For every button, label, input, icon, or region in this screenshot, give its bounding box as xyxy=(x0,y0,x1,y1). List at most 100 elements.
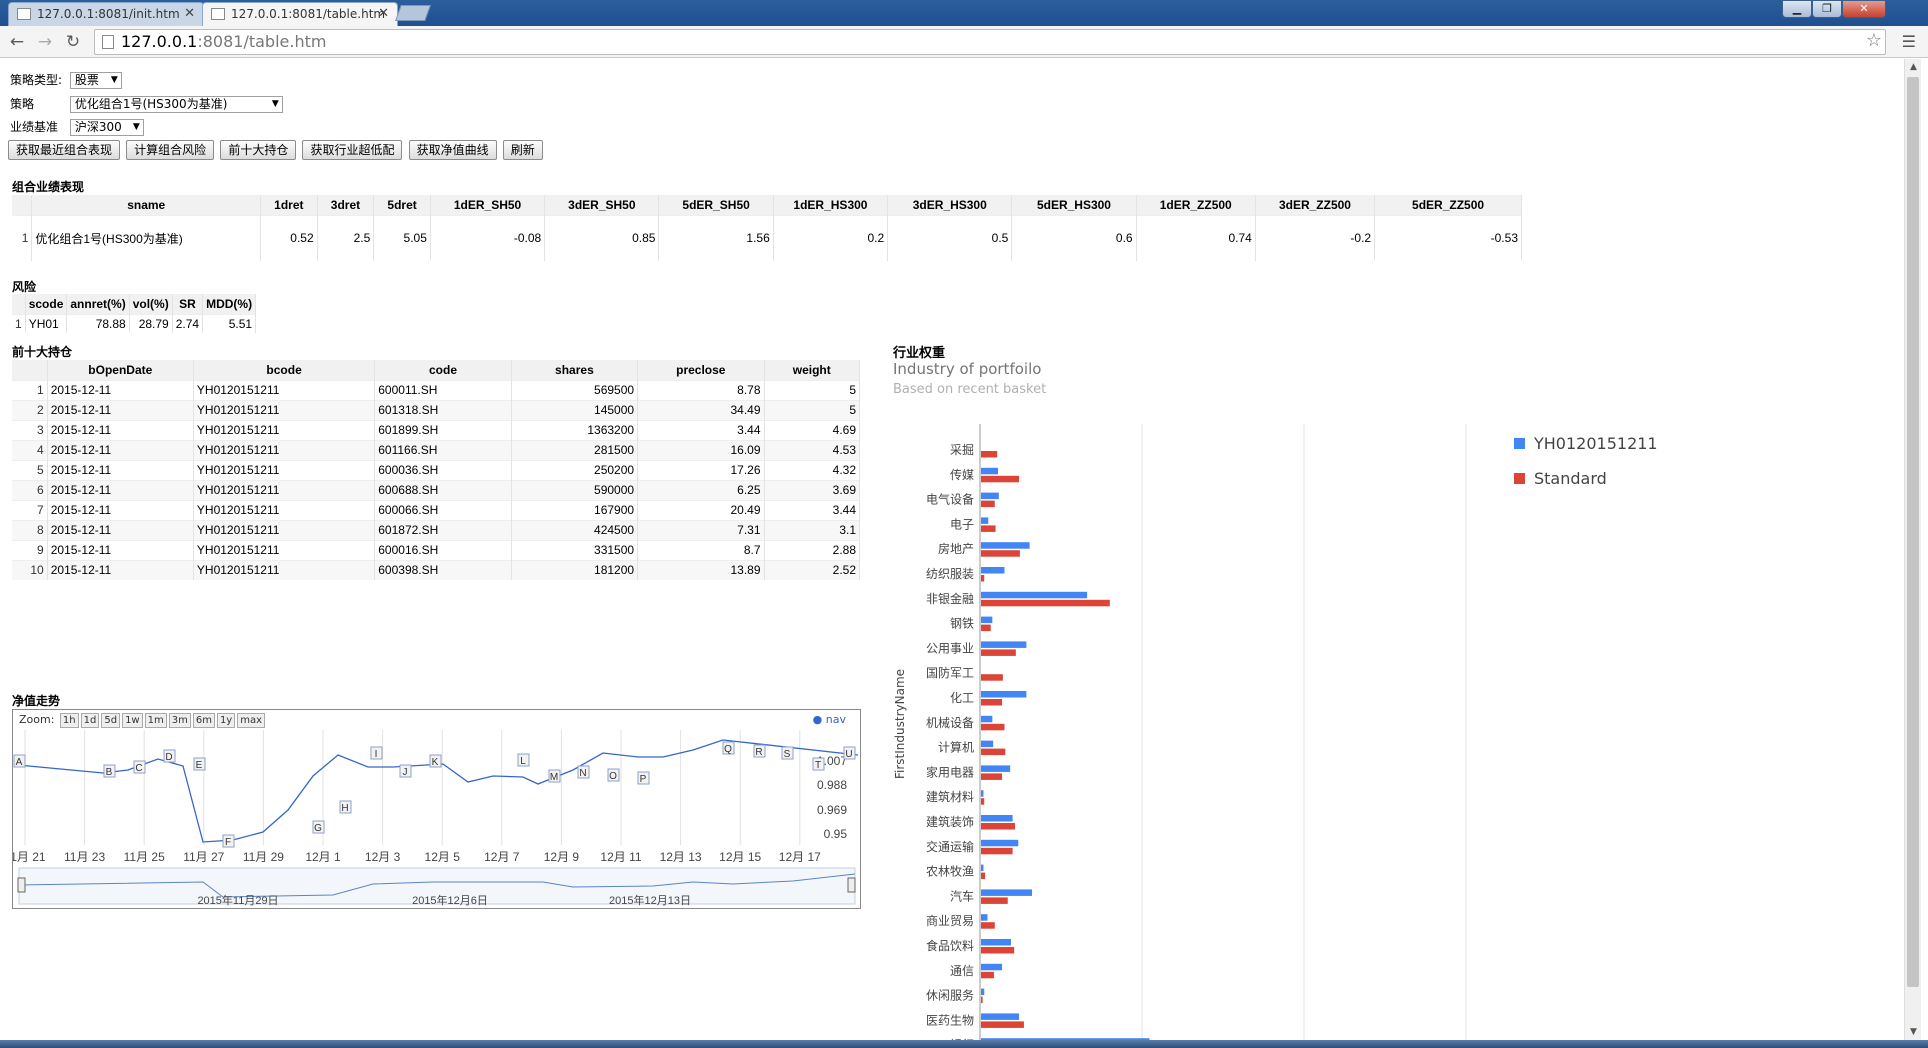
tab-table[interactable]: 127.0.0.1:8081/table.htm ✕ xyxy=(202,2,398,26)
menu-icon[interactable]: ☰ xyxy=(1902,32,1916,51)
bar-portfolio[interactable] xyxy=(981,864,984,872)
column-header[interactable]: SR xyxy=(172,294,204,314)
bar-portfolio[interactable] xyxy=(981,790,984,797)
scroll-thumb[interactable] xyxy=(1907,77,1919,987)
column-header[interactable]: annret(%) xyxy=(66,294,130,314)
forward-arrow-icon[interactable]: → xyxy=(34,31,56,53)
bar-standard[interactable] xyxy=(981,996,983,1004)
bar-standard[interactable] xyxy=(981,847,1013,855)
column-header[interactable]: 3dret xyxy=(317,195,375,215)
industry-weight-button[interactable]: 获取行业超低配 xyxy=(302,140,403,160)
column-header[interactable]: 5dret xyxy=(373,195,431,215)
column-header[interactable] xyxy=(12,195,33,215)
window-close-button[interactable]: ✕ xyxy=(1842,0,1886,18)
column-header[interactable]: bcode xyxy=(193,360,376,380)
bar-portfolio[interactable] xyxy=(981,715,993,723)
column-header[interactable]: MDD(%) xyxy=(202,294,257,314)
column-header[interactable]: 5dER_ZZ500 xyxy=(1374,195,1522,215)
bar-standard[interactable] xyxy=(981,475,1020,483)
bar-portfolio[interactable] xyxy=(981,591,1088,599)
bar-portfolio[interactable] xyxy=(981,492,999,500)
table-row[interactable]: 4 2015-12-11 YH0120151211 601166.SH 281500 16… xyxy=(12,439,861,460)
table-row[interactable]: 8 2015-12-11 YH0120151211 601872.SH 424500 7.… xyxy=(12,519,861,540)
bar-standard[interactable] xyxy=(981,971,994,979)
tab-init[interactable]: 127.0.0.1:8081/init.htm ✕ xyxy=(8,2,204,26)
table-row[interactable]: 7 2015-12-11 YH0120151211 600066.SH 167900 20… xyxy=(12,499,861,520)
table-row[interactable]: 1 YH01 78.88 28.79 2.74 5.51 xyxy=(12,313,257,333)
bar-standard[interactable] xyxy=(981,1021,1024,1028)
column-header[interactable]: scode xyxy=(25,294,68,314)
bar-portfolio[interactable] xyxy=(981,988,985,996)
minimize-button[interactable]: ▁ xyxy=(1782,0,1812,18)
bar-portfolio[interactable] xyxy=(981,641,1027,648)
back-arrow-icon[interactable]: ← xyxy=(6,31,28,53)
column-header[interactable]: 1dER_ZZ500 xyxy=(1136,195,1256,215)
bar-portfolio[interactable] xyxy=(981,542,1030,549)
navigator-handle[interactable] xyxy=(847,877,856,893)
benchmark-select[interactable]: 沪深300 ▼ xyxy=(69,119,144,136)
close-icon[interactable]: ✕ xyxy=(378,3,389,25)
column-header[interactable]: 5dER_HS300 xyxy=(1011,195,1137,215)
column-header[interactable]: 3dER_ZZ500 xyxy=(1255,195,1376,215)
column-header[interactable]: 5dER_SH50 xyxy=(658,195,774,215)
column-header[interactable]: 3dER_HS300 xyxy=(887,195,1013,215)
column-header[interactable]: 1dret xyxy=(260,195,318,215)
close-icon[interactable]: ✕ xyxy=(184,3,195,25)
bar-portfolio[interactable] xyxy=(981,691,1027,698)
bar-standard[interactable] xyxy=(981,798,985,805)
table-row[interactable]: 9 2015-12-11 YH0120151211 600016.SH 331500 8.… xyxy=(12,539,861,560)
bar-standard[interactable] xyxy=(981,748,1006,756)
restore-button[interactable]: ❐ xyxy=(1812,0,1842,18)
bar-standard[interactable] xyxy=(981,575,985,582)
column-header[interactable]: preclose xyxy=(637,360,765,380)
bar-portfolio[interactable] xyxy=(981,914,988,921)
table-row[interactable]: 1 2015-12-11 YH0120151211 600011.SH 569500 8.… xyxy=(12,379,861,400)
reload-icon[interactable]: ↻ xyxy=(62,31,84,53)
column-header[interactable]: 1dER_SH50 xyxy=(430,195,546,215)
table-row[interactable]: 1 优化组合1号(HS300为基准) 0.52 2.5 5.05 -0.08 0.85 1.5… xyxy=(12,214,1522,261)
bar-portfolio[interactable] xyxy=(981,839,1019,847)
table-row[interactable]: 5 2015-12-11 YH0120151211 600036.SH 250200 17… xyxy=(12,459,861,480)
column-header[interactable]: code xyxy=(374,360,512,380)
bar-standard[interactable] xyxy=(981,649,1016,656)
column-header[interactable]: 3dER_SH50 xyxy=(544,195,660,215)
bar-standard[interactable] xyxy=(981,823,1016,830)
bar-portfolio[interactable] xyxy=(981,815,1013,822)
table-row[interactable]: 3 2015-12-11 YH0120151211 601899.SH 1363200 3… xyxy=(12,419,861,440)
bar-standard[interactable] xyxy=(981,872,986,880)
bar-standard[interactable] xyxy=(981,525,996,532)
column-header[interactable]: bOpenDate xyxy=(47,360,194,380)
bar-portfolio[interactable] xyxy=(981,517,989,524)
bar-standard[interactable] xyxy=(981,599,1110,607)
bar-portfolio[interactable] xyxy=(981,1013,1020,1020)
bar-standard[interactable] xyxy=(981,451,998,458)
bar-standard[interactable] xyxy=(981,674,1003,681)
bar-portfolio[interactable] xyxy=(981,467,999,475)
strategy-type-select[interactable]: 股票 ▼ xyxy=(69,72,122,89)
bar-standard[interactable] xyxy=(981,550,1020,557)
nav-curve-button[interactable]: 获取净值曲线 xyxy=(408,140,497,160)
column-header[interactable]: 1dER_HS300 xyxy=(773,195,889,215)
legend-item-portfolio[interactable]: YH0120151211 xyxy=(1514,434,1658,453)
bookmark-star-icon[interactable]: ☆ xyxy=(1866,30,1882,51)
bar-portfolio[interactable] xyxy=(981,765,1011,772)
bar-portfolio[interactable] xyxy=(981,567,1005,574)
column-header[interactable]: weight xyxy=(764,360,861,380)
bar-portfolio[interactable] xyxy=(981,889,1033,896)
bar-standard[interactable] xyxy=(981,897,1008,904)
scroll-down-icon[interactable]: ▼ xyxy=(1905,1024,1922,1040)
navigator-handle[interactable] xyxy=(17,877,26,893)
bar-portfolio[interactable] xyxy=(981,963,1003,971)
bar-portfolio[interactable] xyxy=(981,616,993,624)
refresh-button[interactable]: 刷新 xyxy=(502,140,543,160)
page-scrollbar[interactable]: ▲ ▼ xyxy=(1904,59,1921,1040)
bar-standard[interactable] xyxy=(981,699,1003,706)
bar-standard[interactable] xyxy=(981,624,991,632)
new-tab-button[interactable] xyxy=(395,5,431,21)
bar-standard[interactable] xyxy=(981,947,1015,954)
scroll-up-icon[interactable]: ▲ xyxy=(1905,59,1922,75)
bar-portfolio[interactable] xyxy=(981,740,994,748)
table-row[interactable]: 6 2015-12-11 YH0120151211 600688.SH 590000 6.… xyxy=(12,479,861,500)
nav-chart[interactable]: Zoom: 1h1d5d1w1m3m6m1ymax ● nav 11月 2111… xyxy=(12,709,861,909)
table-row[interactable]: 10 2015-12-11 YH0120151211 600398.SH 181200 1… xyxy=(12,559,861,580)
